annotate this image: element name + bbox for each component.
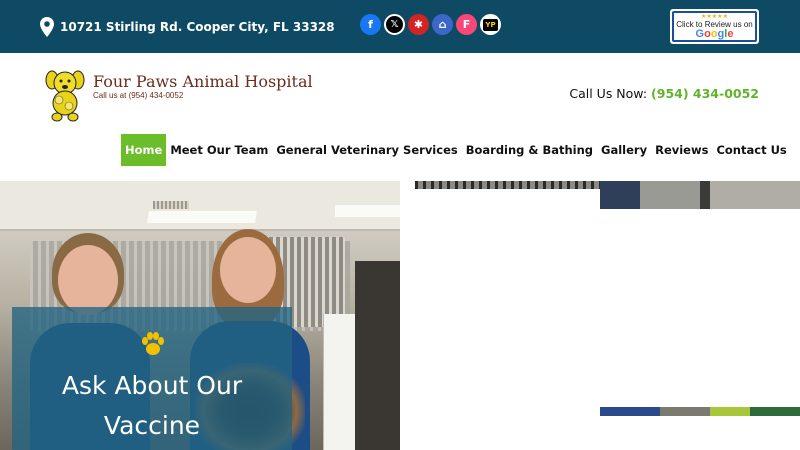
ceiling-vent — [153, 201, 189, 209]
google-letter: e — [727, 27, 734, 40]
paw-print-icon — [142, 332, 164, 355]
yellowpages-icon[interactable]: YP — [480, 14, 501, 35]
photo-strip — [415, 181, 600, 189]
cabinet — [355, 261, 400, 450]
ceiling-light — [147, 211, 257, 223]
x-icon[interactable]: 𝕏 — [384, 14, 405, 35]
foursquare-icon[interactable]: F — [456, 14, 477, 35]
facebook-icon[interactable]: f — [360, 14, 381, 35]
social-links: f 𝕏 ✱ ⌂ F YP — [360, 14, 501, 35]
call-label: Call Us Now: — [569, 86, 648, 101]
nav-item-boarding-bathing[interactable]: Boarding & Bathing — [462, 134, 597, 166]
brand-phone-subtitle: Call us at (954) 434-0052 — [93, 91, 184, 100]
hero-heading-line2: Vaccine — [103, 411, 201, 440]
nextdoor-icon[interactable]: ⌂ — [432, 14, 453, 35]
hero-heading-line1: Ask About Our — [61, 371, 243, 400]
face — [220, 237, 276, 303]
face — [58, 245, 118, 315]
call-us: Call Us Now: (954) 434-0052 — [569, 86, 759, 101]
review-badge-frame: ★★★★★ Click to Review us on Google — [672, 11, 757, 42]
photo-strip — [600, 181, 800, 209]
ceiling-light — [335, 205, 400, 217]
nav-item-meet-our-team[interactable]: Meet Our Team — [166, 134, 272, 166]
address[interactable]: 10721 Stirling Rd. Cooper City, FL 33328 — [40, 17, 335, 37]
google-review-badge[interactable]: ★★★★★ Click to Review us on Google — [670, 9, 759, 44]
location-pin-icon — [40, 17, 54, 37]
hero-slider: Ask About Our Vaccine — [0, 181, 800, 450]
address-text: 10721 Stirling Rd. Cooper City, FL 33328 — [60, 20, 335, 34]
nav-item-gallery[interactable]: Gallery — [597, 134, 651, 166]
google-letter: o — [704, 27, 711, 40]
google-letter: o — [710, 27, 718, 40]
nav-item-home[interactable]: Home — [121, 134, 167, 166]
main-nav: Home Meet Our Team General Veterinary Se… — [121, 134, 791, 166]
google-letter: G — [695, 27, 705, 40]
dog-logo-icon[interactable] — [44, 70, 86, 122]
google-logo: Google — [695, 27, 734, 40]
phone-link[interactable]: (954) 434-0052 — [651, 86, 759, 101]
yelp-icon[interactable]: ✱ — [408, 14, 429, 35]
nav-item-reviews[interactable]: Reviews — [651, 134, 712, 166]
top-bar: 10721 Stirling Rd. Cooper City, FL 33328… — [0, 0, 800, 53]
brand-name[interactable]: Four Paws Animal Hospital — [93, 72, 313, 91]
nav-item-general-veterinary-services[interactable]: General Veterinary Services — [272, 134, 461, 166]
nav-item-contact-us[interactable]: Contact Us — [712, 134, 790, 166]
photo-strip — [600, 407, 800, 416]
